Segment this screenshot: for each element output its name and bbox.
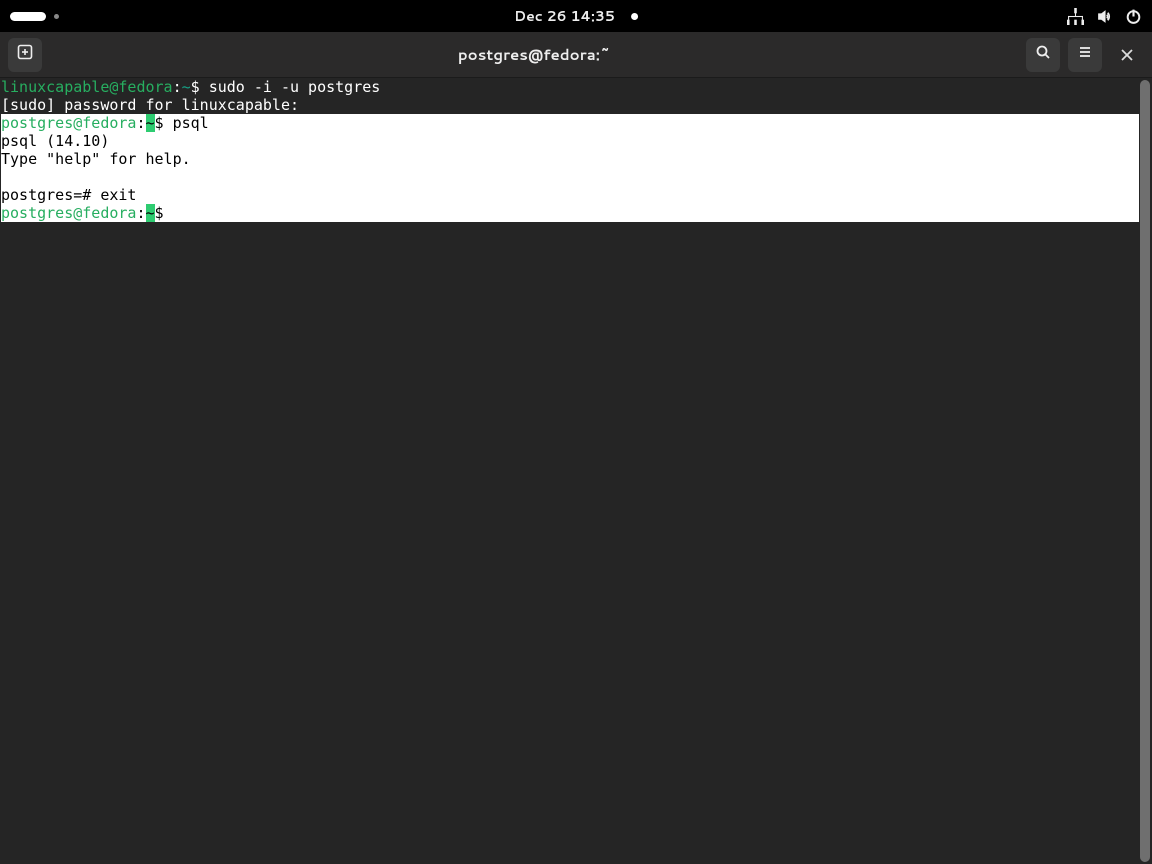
notification-dot-icon	[631, 13, 638, 20]
terminal-viewport[interactable]: linuxcapable@fedora:~$ sudo -i -u postgr…	[0, 78, 1152, 864]
search-icon	[1035, 43, 1051, 66]
prompt-sep: :	[136, 204, 145, 222]
clock-area[interactable]: Dec 26 14:35	[514, 6, 638, 26]
prompt-path: ~	[146, 114, 155, 132]
prompt-user: postgres@fedora	[1, 204, 136, 222]
network-icon[interactable]	[1067, 8, 1084, 25]
new-tab-button[interactable]	[8, 38, 42, 72]
workspace-dot-icon	[54, 14, 59, 19]
window-title: postgres@fedora:~	[50, 44, 1018, 65]
prompt-path: ~	[146, 204, 155, 222]
datetime-label: Dec 26 14:35	[514, 6, 615, 26]
activities-pill[interactable]	[10, 12, 46, 21]
power-icon[interactable]	[1125, 8, 1142, 25]
prompt-sep: :	[173, 78, 182, 96]
new-tab-icon	[17, 43, 33, 66]
command-text: $ psql	[155, 114, 209, 132]
prompt-user: linuxcapable@fedora	[1, 78, 173, 96]
close-window-button[interactable]	[1110, 38, 1144, 72]
hamburger-menu-button[interactable]	[1068, 38, 1102, 72]
command-text: $ sudo -i -u postgres	[191, 78, 381, 96]
close-icon	[1120, 42, 1134, 68]
gnome-top-bar: Dec 26 14:35	[0, 0, 1152, 32]
prompt-user: postgres@fedora	[1, 114, 136, 132]
scrollbar-thumb[interactable]	[1140, 80, 1150, 862]
search-button[interactable]	[1026, 38, 1060, 72]
command-text: $	[155, 204, 173, 222]
output-line: Type "help" for help.	[1, 150, 191, 168]
psql-line: postgres=# exit	[1, 186, 136, 204]
prompt-sep: :	[136, 114, 145, 132]
output-line: psql (14.10)	[1, 132, 109, 150]
output-line: [sudo] password for linuxcapable:	[1, 96, 299, 114]
hamburger-icon	[1077, 43, 1093, 66]
prompt-path: ~	[182, 78, 191, 96]
terminal-header-bar: postgres@fedora:~	[0, 32, 1152, 78]
terminal-scrollbar[interactable]	[1140, 80, 1150, 862]
volume-icon[interactable]	[1096, 8, 1113, 25]
terminal-output[interactable]: linuxcapable@fedora:~$ sudo -i -u postgr…	[0, 78, 1138, 864]
